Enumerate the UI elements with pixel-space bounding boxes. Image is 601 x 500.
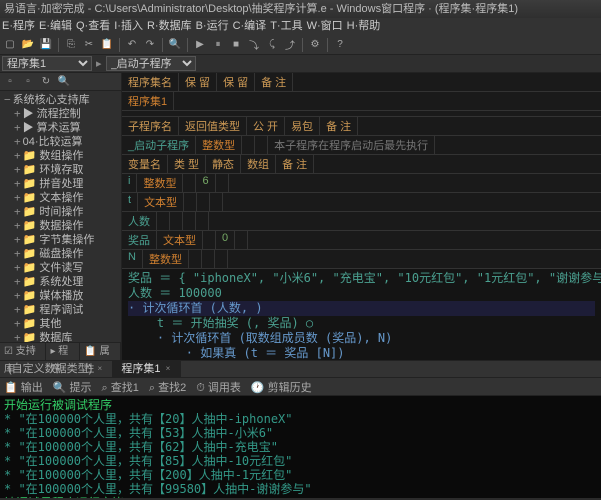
undo-icon[interactable]: ↶	[124, 37, 140, 53]
tree-item[interactable]: +▶ 算术运算	[0, 121, 121, 135]
menu-item[interactable]: B·运行	[196, 20, 229, 32]
output-toolbar: 📋 输出 🔍 提示 ⌕ 查找1 ⌕ 查找2 ⏱ 调用表 🕐 剪辑历史	[0, 378, 601, 396]
new-icon[interactable]: ▢	[2, 37, 18, 53]
output-line: * "在100000个人里，共有【85】人抽中-10元红包"	[4, 454, 597, 468]
help-icon[interactable]: ?	[332, 37, 348, 53]
crumb-select-2[interactable]: _启动子程序	[106, 56, 196, 71]
redo-icon[interactable]: ↷	[142, 37, 158, 53]
build-icon[interactable]: ⚙	[307, 37, 323, 53]
output-line: * "在100000个人里，共有【99580】人抽中-谢谢参与"	[4, 482, 597, 496]
menu-item[interactable]: E·程序	[2, 20, 35, 32]
output-line: 被调试易程序运行完毕	[4, 496, 597, 498]
code-editor[interactable]: 程序集名 保 留 保 留 备 注 程序集1 子程序名 返回值类型 公 开 易包 …	[122, 73, 601, 360]
menu-item[interactable]: Q·查看	[76, 20, 110, 32]
output-tab[interactable]: 🕐 剪辑历史	[251, 379, 312, 395]
library-tree: −系统核心支持库+▶ 流程控制+▶ 算术运算+04·比较运算+📁 数组操作+📁 …	[0, 91, 121, 342]
output-tab[interactable]: ⌕ 查找2	[149, 379, 186, 395]
output-tab[interactable]: 📋 输出	[4, 379, 43, 395]
output-tab[interactable]: 🔍 提示	[53, 379, 92, 395]
program-set-name: 程序集1	[122, 92, 174, 110]
sidebar-tab[interactable]: 📋 属性	[80, 343, 121, 360]
output-line: * "在100000个人里，共有【20】人抽中-iphoneX"	[4, 412, 597, 426]
sidebar-tab[interactable]: ▸ 程序	[46, 343, 80, 360]
tree-item[interactable]: −系统核心支持库	[0, 93, 121, 107]
sidebar: ▫ ▫ ↻ 🔍 −系统核心支持库+▶ 流程控制+▶ 算术运算+04·比较运算+📁…	[0, 73, 122, 360]
tree-item[interactable]: +📁 字节集操作	[0, 233, 121, 247]
tree-item[interactable]: +📁 程序调试	[0, 303, 121, 317]
cut-icon[interactable]: ✂	[81, 37, 97, 53]
menu-item[interactable]: E·编辑	[39, 20, 72, 32]
output-tab[interactable]: ⌕ 查找1	[102, 379, 139, 395]
window-titlebar: 易语言·加密完成 - C:\Users\Administrator\Deskto…	[0, 0, 601, 18]
tree-item[interactable]: +📁 拼音处理	[0, 177, 121, 191]
tree-item[interactable]: +📁 文本操作	[0, 191, 121, 205]
col-program-set: 程序集名	[122, 73, 179, 91]
main-toolbar: ▢📂💾 ⎘✂📋 ↶↷ 🔍 ▶⏸■⤵⤹⤴ ⚙?	[0, 35, 601, 55]
tree-refresh-icon[interactable]: ↻	[38, 74, 54, 90]
stop-icon[interactable]: ■	[228, 37, 244, 53]
menu-item[interactable]: T·工具	[270, 20, 302, 32]
output-panel: 开始运行被调试程序* "在100000个人里，共有【20】人抽中-iphoneX…	[0, 396, 601, 498]
menu-item[interactable]: R·数据库	[147, 20, 192, 32]
tree-item[interactable]: +▶ 流程控制	[0, 107, 121, 121]
breadcrumb: 程序集1 ▸ _启动子程序	[0, 55, 601, 73]
close-icon[interactable]: ×	[163, 365, 172, 374]
code-line[interactable]: 人数 ＝ 100000	[128, 286, 595, 301]
sidebar-tab[interactable]: ☑ 支持库	[0, 343, 46, 360]
tree-item[interactable]: +📁 磁盘操作	[0, 247, 121, 261]
menubar: E·程序 E·编辑 Q·查看 I·插入 R·数据库 B·运行 C·编译T·工具 W·窗口 H·帮…	[0, 18, 601, 35]
editor-tab[interactable]: 程序集1×	[113, 361, 181, 377]
code-line[interactable]: · 如果真 (t ＝ 奖品 [N])	[128, 346, 595, 360]
output-line: * "在100000个人里，共有【53】人抽中-小米6"	[4, 426, 597, 440]
tree-item[interactable]: +📁 媒体播放	[0, 289, 121, 303]
menu-item[interactable]: I·插入	[114, 20, 143, 32]
crumb-select-1[interactable]: 程序集1	[2, 56, 92, 71]
tree-expand-icon[interactable]: ▫	[2, 74, 18, 90]
run-icon[interactable]: ▶	[192, 37, 208, 53]
chevron-right-icon: ▸	[96, 57, 102, 70]
sub-name: _启动子程序	[122, 136, 196, 154]
tree-item[interactable]: +📁 数组操作	[0, 149, 121, 163]
paste-icon[interactable]: 📋	[99, 37, 115, 53]
editor-tab[interactable]: (自定义数据类型)×	[0, 361, 113, 377]
code-line[interactable]: · 计次循环首 (人数, )	[128, 301, 595, 316]
find-icon[interactable]: 🔍	[167, 37, 183, 53]
code-line[interactable]: 奖品 ＝ { "iphoneX", "小米6", "充电宝", "10元红包",…	[128, 271, 595, 286]
tree-item[interactable]: +📁 数据操作	[0, 219, 121, 233]
step-out-icon[interactable]: ⤴	[282, 37, 298, 53]
menu-item[interactable]: C·编译	[233, 20, 267, 32]
editor-tabs: (自定义数据类型)×程序集1×	[0, 360, 601, 378]
tree-item[interactable]: +📁 环境存取	[0, 163, 121, 177]
open-icon[interactable]: 📂	[20, 37, 36, 53]
tree-item[interactable]: +📁 文件读写	[0, 261, 121, 275]
tree-item[interactable]: +📁 系统处理	[0, 275, 121, 289]
copy-icon[interactable]: ⎘	[63, 37, 79, 53]
output-line: 开始运行被调试程序	[4, 398, 597, 412]
output-tab[interactable]: ⏱ 调用表	[196, 379, 241, 395]
save-icon[interactable]: 💾	[38, 37, 54, 53]
tree-collapse-icon[interactable]: ▫	[20, 74, 36, 90]
code-line[interactable]: t ＝ 开始抽奖 (, 奖品) ○	[128, 316, 595, 331]
output-line: * "在100000个人里，共有【200】人抽中-1元红包"	[4, 468, 597, 482]
tree-item[interactable]: +📁 数据库	[0, 331, 121, 342]
menu-item[interactable]: H·帮助	[347, 20, 381, 32]
step-into-icon[interactable]: ⤹	[264, 37, 280, 53]
tree-item[interactable]: +📁 时间操作	[0, 205, 121, 219]
sidebar-tabs: ☑ 支持库▸ 程序📋 属性	[0, 342, 121, 360]
sidebar-toolbar: ▫ ▫ ↻ 🔍	[0, 73, 121, 91]
output-line: * "在100000个人里，共有【62】人抽中-充电宝"	[4, 440, 597, 454]
tree-item[interactable]: +04·比较运算	[0, 135, 121, 149]
tree-find-icon[interactable]: 🔍	[56, 74, 72, 90]
pause-icon[interactable]: ⏸	[210, 37, 226, 53]
menu-item[interactable]: W·窗口	[307, 20, 343, 32]
close-icon[interactable]: ×	[95, 365, 104, 374]
tree-item[interactable]: +📁 其他	[0, 317, 121, 331]
step-over-icon[interactable]: ⤵	[246, 37, 262, 53]
code-line[interactable]: · 计次循环首 (取数组成员数 (奖品), N)	[128, 331, 595, 346]
